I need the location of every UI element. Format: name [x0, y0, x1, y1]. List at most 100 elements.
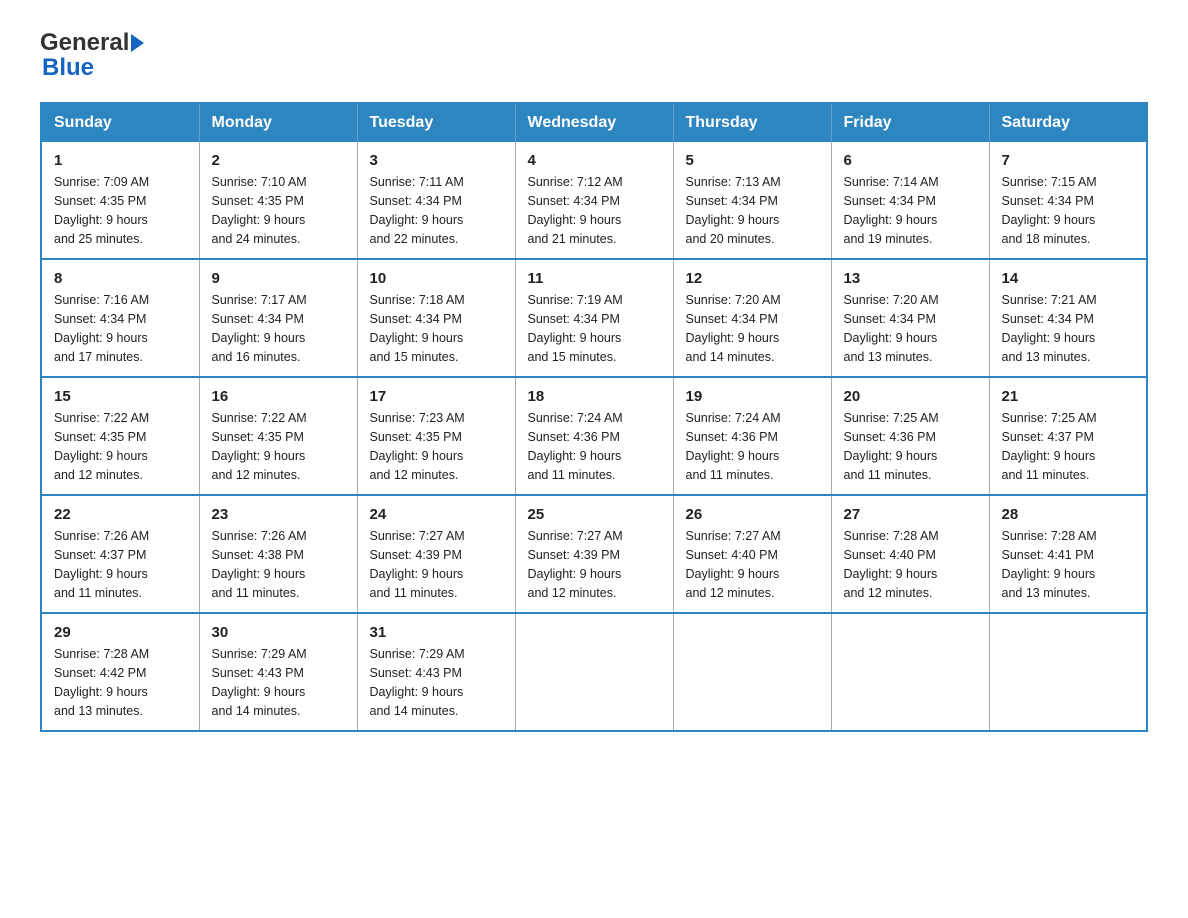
day-number: 21 [1002, 388, 1135, 405]
day-info: Sunrise: 7:24 AMSunset: 4:36 PMDaylight:… [528, 409, 661, 484]
day-number: 26 [686, 506, 819, 523]
weekday-header-saturday: Saturday [989, 103, 1147, 142]
day-cell [989, 613, 1147, 731]
day-cell: 18 Sunrise: 7:24 AMSunset: 4:36 PMDaylig… [515, 377, 673, 495]
day-info: Sunrise: 7:12 AMSunset: 4:34 PMDaylight:… [528, 173, 661, 248]
day-info: Sunrise: 7:14 AMSunset: 4:34 PMDaylight:… [844, 173, 977, 248]
logo: General Blue [40, 30, 146, 82]
day-info: Sunrise: 7:24 AMSunset: 4:36 PMDaylight:… [686, 409, 819, 484]
day-number: 15 [54, 388, 187, 405]
day-number: 20 [844, 388, 977, 405]
day-info: Sunrise: 7:28 AMSunset: 4:42 PMDaylight:… [54, 645, 187, 720]
day-number: 16 [212, 388, 345, 405]
day-info: Sunrise: 7:29 AMSunset: 4:43 PMDaylight:… [370, 645, 503, 720]
day-number: 29 [54, 624, 187, 641]
day-number: 30 [212, 624, 345, 641]
week-row-2: 8 Sunrise: 7:16 AMSunset: 4:34 PMDayligh… [41, 259, 1147, 377]
day-number: 24 [370, 506, 503, 523]
day-info: Sunrise: 7:20 AMSunset: 4:34 PMDaylight:… [844, 291, 977, 366]
day-info: Sunrise: 7:27 AMSunset: 4:39 PMDaylight:… [528, 527, 661, 602]
day-info: Sunrise: 7:27 AMSunset: 4:39 PMDaylight:… [370, 527, 503, 602]
day-number: 10 [370, 270, 503, 287]
day-cell: 14 Sunrise: 7:21 AMSunset: 4:34 PMDaylig… [989, 259, 1147, 377]
day-cell: 26 Sunrise: 7:27 AMSunset: 4:40 PMDaylig… [673, 495, 831, 613]
weekday-header-thursday: Thursday [673, 103, 831, 142]
day-cell: 21 Sunrise: 7:25 AMSunset: 4:37 PMDaylig… [989, 377, 1147, 495]
weekday-header-sunday: Sunday [41, 103, 199, 142]
day-info: Sunrise: 7:28 AMSunset: 4:41 PMDaylight:… [1002, 527, 1135, 602]
day-cell: 25 Sunrise: 7:27 AMSunset: 4:39 PMDaylig… [515, 495, 673, 613]
day-cell: 31 Sunrise: 7:29 AMSunset: 4:43 PMDaylig… [357, 613, 515, 731]
day-info: Sunrise: 7:22 AMSunset: 4:35 PMDaylight:… [212, 409, 345, 484]
day-number: 25 [528, 506, 661, 523]
day-number: 19 [686, 388, 819, 405]
day-info: Sunrise: 7:22 AMSunset: 4:35 PMDaylight:… [54, 409, 187, 484]
weekday-header-row: SundayMondayTuesdayWednesdayThursdayFrid… [41, 103, 1147, 142]
day-number: 3 [370, 152, 503, 169]
day-number: 18 [528, 388, 661, 405]
day-info: Sunrise: 7:21 AMSunset: 4:34 PMDaylight:… [1002, 291, 1135, 366]
day-info: Sunrise: 7:15 AMSunset: 4:34 PMDaylight:… [1002, 173, 1135, 248]
day-number: 14 [1002, 270, 1135, 287]
day-info: Sunrise: 7:17 AMSunset: 4:34 PMDaylight:… [212, 291, 345, 366]
day-number: 12 [686, 270, 819, 287]
day-number: 11 [528, 270, 661, 287]
day-number: 17 [370, 388, 503, 405]
day-cell: 17 Sunrise: 7:23 AMSunset: 4:35 PMDaylig… [357, 377, 515, 495]
day-number: 8 [54, 270, 187, 287]
day-cell: 10 Sunrise: 7:18 AMSunset: 4:34 PMDaylig… [357, 259, 515, 377]
day-cell [673, 613, 831, 731]
day-cell: 7 Sunrise: 7:15 AMSunset: 4:34 PMDayligh… [989, 142, 1147, 259]
day-cell: 5 Sunrise: 7:13 AMSunset: 4:34 PMDayligh… [673, 142, 831, 259]
day-number: 27 [844, 506, 977, 523]
day-cell: 6 Sunrise: 7:14 AMSunset: 4:34 PMDayligh… [831, 142, 989, 259]
header: General Blue [40, 30, 1148, 82]
day-cell: 22 Sunrise: 7:26 AMSunset: 4:37 PMDaylig… [41, 495, 199, 613]
day-number: 2 [212, 152, 345, 169]
day-info: Sunrise: 7:25 AMSunset: 4:36 PMDaylight:… [844, 409, 977, 484]
day-cell: 24 Sunrise: 7:27 AMSunset: 4:39 PMDaylig… [357, 495, 515, 613]
day-cell: 15 Sunrise: 7:22 AMSunset: 4:35 PMDaylig… [41, 377, 199, 495]
day-cell: 16 Sunrise: 7:22 AMSunset: 4:35 PMDaylig… [199, 377, 357, 495]
logo-general-word: General [40, 30, 129, 56]
day-info: Sunrise: 7:25 AMSunset: 4:37 PMDaylight:… [1002, 409, 1135, 484]
day-cell: 12 Sunrise: 7:20 AMSunset: 4:34 PMDaylig… [673, 259, 831, 377]
day-info: Sunrise: 7:29 AMSunset: 4:43 PMDaylight:… [212, 645, 345, 720]
day-cell: 30 Sunrise: 7:29 AMSunset: 4:43 PMDaylig… [199, 613, 357, 731]
day-cell: 9 Sunrise: 7:17 AMSunset: 4:34 PMDayligh… [199, 259, 357, 377]
day-number: 6 [844, 152, 977, 169]
day-info: Sunrise: 7:20 AMSunset: 4:34 PMDaylight:… [686, 291, 819, 366]
day-cell: 1 Sunrise: 7:09 AMSunset: 4:35 PMDayligh… [41, 142, 199, 259]
day-number: 23 [212, 506, 345, 523]
calendar-table: SundayMondayTuesdayWednesdayThursdayFrid… [40, 102, 1148, 732]
day-cell: 3 Sunrise: 7:11 AMSunset: 4:34 PMDayligh… [357, 142, 515, 259]
week-row-5: 29 Sunrise: 7:28 AMSunset: 4:42 PMDaylig… [41, 613, 1147, 731]
day-info: Sunrise: 7:16 AMSunset: 4:34 PMDaylight:… [54, 291, 187, 366]
logo-arrow-icon [131, 34, 144, 52]
day-number: 9 [212, 270, 345, 287]
day-cell: 27 Sunrise: 7:28 AMSunset: 4:40 PMDaylig… [831, 495, 989, 613]
day-info: Sunrise: 7:18 AMSunset: 4:34 PMDaylight:… [370, 291, 503, 366]
day-cell: 28 Sunrise: 7:28 AMSunset: 4:41 PMDaylig… [989, 495, 1147, 613]
day-number: 1 [54, 152, 187, 169]
day-info: Sunrise: 7:26 AMSunset: 4:37 PMDaylight:… [54, 527, 187, 602]
day-cell: 29 Sunrise: 7:28 AMSunset: 4:42 PMDaylig… [41, 613, 199, 731]
day-number: 31 [370, 624, 503, 641]
day-cell: 11 Sunrise: 7:19 AMSunset: 4:34 PMDaylig… [515, 259, 673, 377]
day-info: Sunrise: 7:19 AMSunset: 4:34 PMDaylight:… [528, 291, 661, 366]
day-info: Sunrise: 7:10 AMSunset: 4:35 PMDaylight:… [212, 173, 345, 248]
weekday-header-monday: Monday [199, 103, 357, 142]
weekday-header-tuesday: Tuesday [357, 103, 515, 142]
day-cell: 19 Sunrise: 7:24 AMSunset: 4:36 PMDaylig… [673, 377, 831, 495]
day-number: 13 [844, 270, 977, 287]
day-number: 5 [686, 152, 819, 169]
day-info: Sunrise: 7:13 AMSunset: 4:34 PMDaylight:… [686, 173, 819, 248]
day-cell: 13 Sunrise: 7:20 AMSunset: 4:34 PMDaylig… [831, 259, 989, 377]
weekday-header-friday: Friday [831, 103, 989, 142]
day-number: 28 [1002, 506, 1135, 523]
day-info: Sunrise: 7:27 AMSunset: 4:40 PMDaylight:… [686, 527, 819, 602]
logo-blue-word: Blue [42, 54, 94, 81]
day-cell [831, 613, 989, 731]
week-row-1: 1 Sunrise: 7:09 AMSunset: 4:35 PMDayligh… [41, 142, 1147, 259]
day-number: 4 [528, 152, 661, 169]
